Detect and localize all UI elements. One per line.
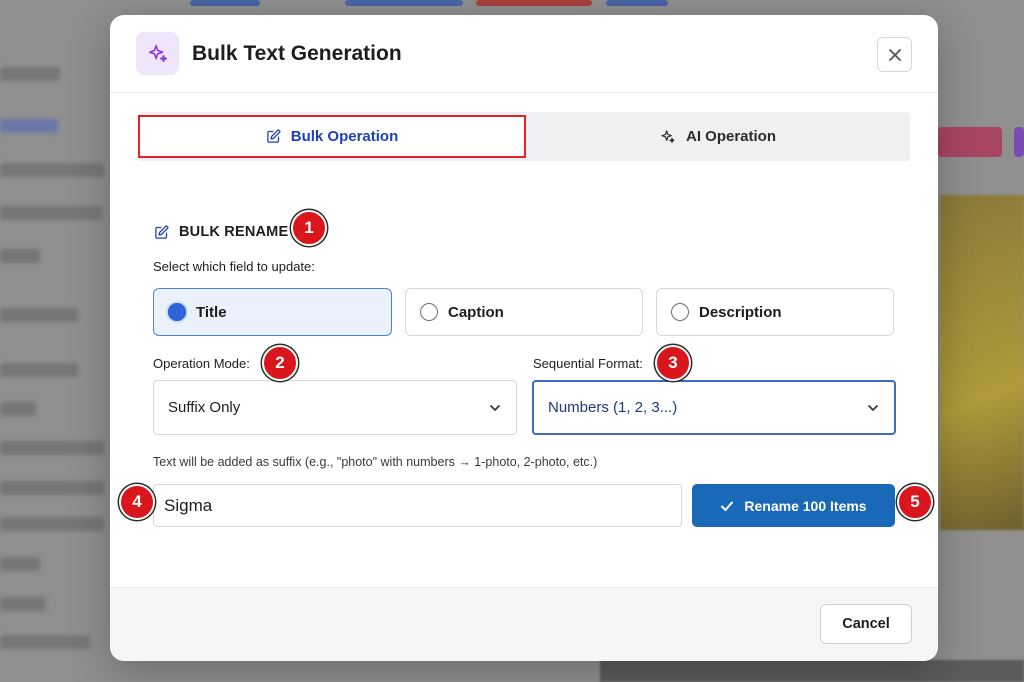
tab-bulk-operation[interactable]: Bulk Operation [138,115,526,158]
bg-blur-block [190,0,260,6]
field-option-label: Caption [448,303,504,321]
tab-label: AI Operation [685,128,776,145]
bg-blur-block [0,363,78,377]
bg-blur-block [0,597,46,611]
annotation-badge: 2 [262,345,298,381]
sparkle-icon [661,129,675,143]
rename-button-label: Rename 100 Items [744,497,867,514]
annotation-badge: 4 [119,484,155,520]
chevron-down-icon [868,404,878,411]
suffix-hint: Text will be added as suffix (e.g., "pho… [153,455,598,469]
radio-button[interactable] [671,303,689,321]
chevron-down-icon [490,404,500,411]
bg-blur-block [0,308,78,322]
sequential-format-value: Numbers (1, 2, 3...) [548,399,678,416]
rename-text-input[interactable] [153,484,682,527]
edit-icon [266,129,281,143]
rename-items-button[interactable]: Rename 100 Items [692,484,895,527]
bg-blur-block [345,0,463,6]
field-option-label: Title [196,303,227,321]
bg-blur-block [476,0,592,6]
bg-blur-block [0,206,102,220]
check-icon [721,501,734,511]
field-option-description[interactable]: Description [656,288,894,336]
operation-mode-select[interactable]: Suffix Only [153,380,517,435]
modal-title: Bulk Text Generation [192,42,402,65]
sequential-format-select[interactable]: Numbers (1, 2, 3...) [532,380,896,435]
radio-button[interactable] [168,303,186,321]
bg-blur-block [0,517,104,531]
bg-blur-block [0,441,104,455]
cancel-button[interactable]: Cancel [820,604,912,644]
edit-icon [155,225,169,239]
annotation-badge: 5 [897,484,933,520]
radio-button[interactable] [420,303,438,321]
bg-blur-block [0,163,104,177]
field-prompt: Select which field to update: [153,259,315,274]
sequential-format-label: Sequential Format: [533,356,643,371]
section-title: BULK RENAME [179,224,289,240]
modal-header: Bulk Text Generation [110,15,938,93]
bg-photo [600,660,1024,682]
bg-blur-block [0,402,36,416]
operation-mode-value: Suffix Only [168,399,241,416]
field-option-caption[interactable]: Caption [405,288,643,336]
field-option-label: Description [699,303,782,321]
bg-blur-block [0,119,58,133]
bg-blur-block [0,635,90,649]
modal-footer: Cancel [110,587,938,661]
operation-mode-label: Operation Mode: [153,356,250,371]
bg-blur-block [0,481,104,495]
tab-label: Bulk Operation [290,128,399,145]
bg-blur-block [0,557,40,571]
close-icon [888,48,901,61]
bg-blur-block [0,249,40,263]
bg-blur-block [938,127,1002,157]
bulk-text-generation-modal: Bulk Text Generation Bulk Operation AI O… [110,15,938,661]
field-option-title[interactable]: Title [153,288,392,336]
close-button[interactable] [877,37,912,72]
sparkle-icon [136,32,179,75]
annotation-badge: 3 [655,345,691,381]
bg-photo [940,195,1024,530]
tab-ai-operation[interactable]: AI Operation [526,112,910,161]
bg-blur-block [0,67,60,81]
bg-blur-block [1014,127,1024,157]
bg-blur-block [606,0,668,6]
operation-tabs: Bulk Operation AI Operation [138,112,910,161]
section-heading: BULK RENAME [154,224,288,240]
annotation-badge: 1 [291,210,327,246]
